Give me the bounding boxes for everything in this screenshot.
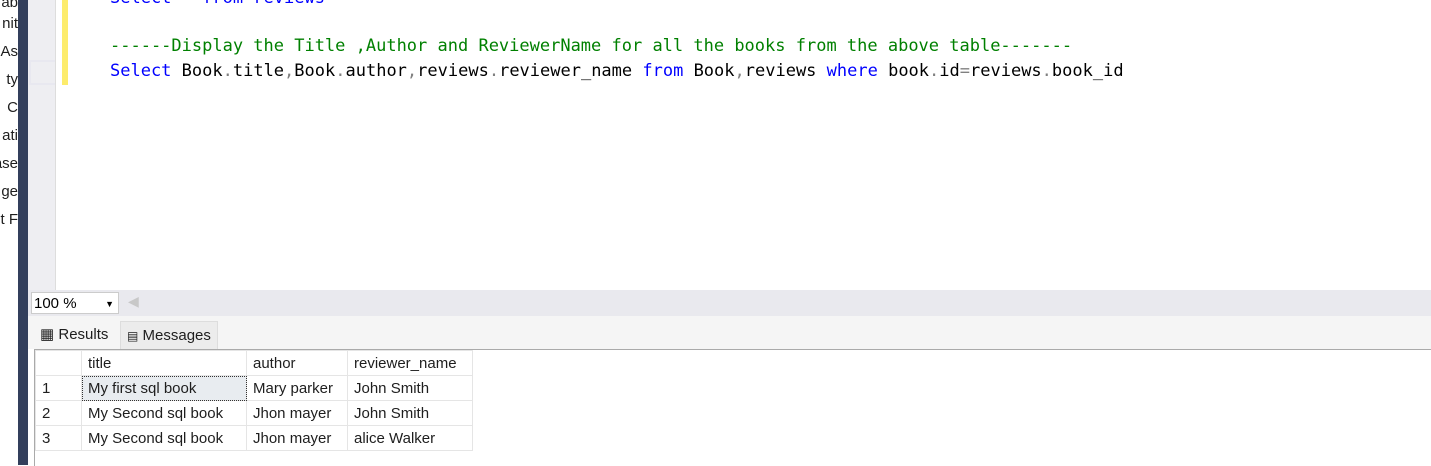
code-token: reviews (970, 61, 1042, 81)
table-row[interactable]: 3 My Second sql book Jhon mayer alice Wa… (35, 425, 473, 451)
code-token: , (734, 61, 745, 81)
panel-splitter[interactable] (18, 0, 28, 465)
results-tabs: ▦ Results ▤ Messages (28, 316, 1431, 350)
code-token: from (642, 61, 684, 81)
explorer-fragment[interactable]: ty (6, 71, 18, 88)
code-token: . (1041, 61, 1052, 81)
code-token: . (222, 61, 233, 81)
cell-reviewer-name[interactable]: alice Walker (347, 425, 473, 451)
table-row[interactable]: 1 My first sql book Mary parker John Smi… (35, 375, 473, 401)
code-token: reviews (417, 61, 489, 81)
zoom-select[interactable]: 100 % ▼ (31, 292, 119, 314)
cell-title[interactable]: My first sql book (81, 375, 247, 401)
code-token: id (939, 61, 960, 81)
cell-title[interactable]: My Second sql book (81, 425, 247, 451)
cell-author[interactable]: Mary parker (246, 375, 348, 401)
editor-gutter (28, 0, 55, 290)
explorer-fragment[interactable]: ati (2, 127, 18, 144)
chevron-down-icon: ▼ (105, 299, 114, 309)
explorer-fragment[interactable]: t F (1, 211, 19, 228)
code-token: . (488, 61, 500, 81)
explorer-fragment[interactable]: ab (1, 0, 18, 11)
code-token: , (284, 61, 295, 81)
code-token: book (877, 61, 930, 81)
code-token: reviews (744, 61, 827, 81)
code-token: Book (171, 61, 223, 81)
grid-header-row: title author reviewer_name (35, 350, 473, 376)
code-line-select-reviews: Select * from reviews (110, 0, 325, 8)
row-number[interactable]: 1 (35, 375, 82, 401)
code-token: title (232, 61, 285, 81)
code-token: = (959, 61, 971, 81)
column-header-author[interactable]: author (246, 350, 348, 376)
code-token: Select (110, 61, 172, 81)
cell-title[interactable]: My Second sql book (81, 400, 247, 426)
code-query-line: Select Book.title,Book.author,reviews.re… (110, 61, 1124, 81)
change-marker (62, 0, 68, 85)
zoom-value: 100 % (34, 295, 77, 312)
explorer-fragment[interactable]: C (7, 99, 18, 116)
messages-icon: ▤ (127, 329, 139, 343)
cell-author[interactable]: Jhon mayer (246, 400, 348, 426)
table-row[interactable]: 2 My Second sql book Jhon mayer John Smi… (35, 400, 473, 426)
object-explorer-panel: ab nit As ty C ati ase ge t F (0, 0, 18, 465)
code-token: . (929, 61, 940, 81)
zoom-bar: 100 % ▼ ◀ (28, 290, 1431, 316)
scroll-left-icon[interactable]: ◀ (128, 293, 139, 310)
explorer-fragment[interactable]: As (0, 43, 18, 60)
explorer-fragment[interactable]: ase (0, 155, 18, 172)
row-number[interactable]: 3 (35, 425, 82, 451)
code-token: where (826, 61, 878, 81)
code-token: Book (683, 61, 735, 81)
column-header-reviewer-name[interactable]: reviewer_name (347, 350, 473, 376)
column-header-title[interactable]: title (81, 350, 247, 376)
tab-messages-label: Messages (142, 327, 211, 344)
code-token: . (335, 61, 346, 81)
code-token: Book (294, 61, 336, 81)
code-token: reviewer_name (499, 61, 643, 81)
cell-reviewer-name[interactable]: John Smith (347, 400, 473, 426)
code-token: book_id (1051, 61, 1124, 81)
tab-messages[interactable]: ▤ Messages (120, 321, 218, 350)
grid-icon: ▦ (40, 326, 55, 343)
code-token: author (345, 61, 407, 81)
tab-results-label: Results (58, 326, 109, 343)
cell-author[interactable]: Jhon mayer (246, 425, 348, 451)
explorer-fragment[interactable]: ge (1, 183, 18, 200)
code-token: , (406, 61, 418, 81)
code-comment: ------Display the Title ,Author and Revi… (110, 36, 1073, 56)
cell-reviewer-name[interactable]: John Smith (347, 375, 473, 401)
query-editor[interactable]: Select * from reviews ------Display the … (55, 0, 1431, 290)
tab-results[interactable]: ▦ Results (34, 321, 115, 348)
results-grid[interactable]: title author reviewer_name 1 My first sq… (34, 349, 1431, 466)
explorer-fragment[interactable]: nit (2, 15, 18, 32)
row-number[interactable]: 2 (35, 400, 82, 426)
column-header-rownum (35, 350, 82, 376)
